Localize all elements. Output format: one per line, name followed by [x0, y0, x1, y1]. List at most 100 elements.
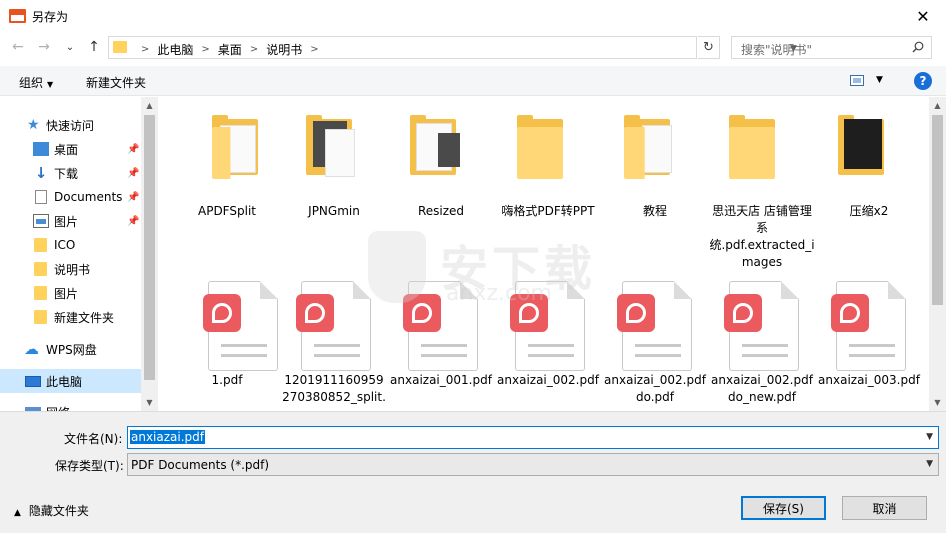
folder-icon — [113, 41, 127, 53]
sidebar-item-label: 图片 — [54, 214, 79, 229]
scrollbar-thumb[interactable] — [144, 115, 155, 380]
refresh-button[interactable]: ↻ — [698, 36, 720, 59]
pdf-file-icon — [403, 281, 478, 371]
help-icon[interactable]: ? — [914, 72, 932, 90]
folder-name: 思迅天店 店铺管理系统.pdf.extracted_images — [709, 204, 815, 269]
new-folder-button[interactable]: 新建文件夹 — [86, 74, 146, 91]
page-fold — [260, 281, 278, 299]
navpane-scrollbar[interactable]: ▲ ▼ — [141, 97, 158, 411]
filetype-label: 保存类型(T): — [55, 459, 124, 473]
sidebar-item-label: ICO — [54, 238, 76, 252]
file-list: APDFSplit JPNGmin Resized 嗨格式PDF转PPT 教程 … — [158, 97, 929, 411]
view-options-icon[interactable] — [850, 75, 864, 86]
breadcrumb-manual[interactable]: 说明书 — [266, 41, 302, 58]
sidebar-item-label: 桌面 — [54, 142, 79, 157]
page-fold — [567, 281, 585, 299]
pin-icon[interactable]: 📌 — [127, 144, 139, 155]
computer-icon — [25, 375, 41, 387]
file-name: anxaizai_002.pdf — [497, 373, 599, 387]
breadcrumb-this-pc[interactable]: 此电脑 — [157, 41, 193, 58]
scroll-down-icon[interactable]: ▼ — [141, 394, 158, 411]
text-line — [221, 344, 267, 347]
save-form: 文件名(N): anxiazai.pdf ▼ 保存类型(T): PDF Docu… — [0, 411, 946, 533]
sidebar-item-pictures-folder[interactable]: 图片 — [0, 281, 141, 305]
sidebar-item-manual[interactable]: 说明书 — [0, 257, 141, 281]
filetype-select[interactable]: PDF Documents (*.pdf) ▼ — [127, 453, 939, 476]
scroll-up-icon[interactable]: ▲ — [141, 97, 158, 114]
folder-icon — [34, 286, 47, 300]
view-dropdown-icon[interactable]: ▼ — [876, 75, 883, 85]
desktop-icon — [33, 142, 49, 156]
command-toolbar: 组织 ▼ 新建文件夹 ▼ ? — [0, 66, 946, 96]
pdf-file-icon — [510, 281, 585, 371]
sidebar-item-label: 此电脑 — [46, 374, 83, 389]
sidebar-item-label: WPS网盘 — [46, 342, 97, 357]
breadcrumb-desktop[interactable]: 桌面 — [218, 41, 242, 58]
text-line — [742, 344, 788, 347]
pdf-file-icon — [724, 281, 799, 371]
save-button[interactable]: 保存(S) — [741, 496, 826, 520]
chevron-right-icon[interactable]: > — [141, 44, 149, 55]
file-list-scrollbar[interactable]: ▲ ▼ — [929, 97, 946, 411]
sidebar-item-quick-access[interactable]: ★ 快速访问 — [0, 113, 141, 137]
text-line — [421, 344, 467, 347]
sidebar-item-wps-drive[interactable]: ☁ WPS网盘 — [0, 337, 141, 361]
caret-up-icon: ▲ — [14, 508, 21, 518]
app-icon — [9, 9, 26, 23]
search-input[interactable]: 搜索"说明书" — [731, 36, 932, 59]
sidebar-item-pictures[interactable]: 图片 📌 — [0, 209, 141, 233]
document-icon — [35, 190, 47, 204]
sidebar-item-desktop[interactable]: 桌面 📌 — [0, 137, 141, 161]
folder-name: JPNGmin — [308, 204, 360, 218]
cloud-icon: ☁ — [24, 340, 39, 358]
pin-icon[interactable]: 📌 — [127, 216, 139, 227]
folder-name: Resized — [417, 204, 465, 218]
search-icon — [912, 41, 924, 53]
folder-name: APDFSplit — [198, 204, 256, 218]
pin-icon[interactable]: 📌 — [127, 168, 139, 179]
scroll-up-icon[interactable]: ▲ — [929, 97, 946, 114]
cancel-button[interactable]: 取消 — [842, 496, 927, 520]
filename-input[interactable]: anxiazai.pdf ▼ — [127, 426, 939, 449]
sidebar-item-this-pc[interactable]: 此电脑 — [0, 369, 141, 393]
back-arrow-icon[interactable]: ← — [8, 36, 28, 58]
folder-preview — [844, 119, 882, 169]
forward-arrow-icon[interactable]: → — [34, 36, 54, 58]
sidebar-item-network[interactable]: 网络 — [0, 400, 141, 411]
sidebar-item-documents[interactable]: Documents 📌 — [0, 185, 141, 209]
sidebar-item-new-folder[interactable]: 新建文件夹 — [0, 305, 141, 329]
folder-icon-front — [729, 127, 775, 179]
filename-value: anxiazai.pdf — [130, 430, 206, 444]
sidebar-item-downloads[interactable]: ↓ 下载 📌 — [0, 161, 141, 185]
file-name: anxaizai_003.pdf — [818, 373, 920, 387]
organize-button[interactable]: 组织 ▼ — [19, 74, 53, 91]
sidebar-item-label: 网络 — [46, 404, 70, 412]
page-fold — [674, 281, 692, 299]
folder-name: 压缩x2 — [849, 204, 889, 218]
chevron-right-icon[interactable]: > — [250, 44, 258, 55]
pdf-file-icon — [617, 281, 692, 371]
sidebar-item-label: Documents — [54, 190, 123, 204]
text-line — [221, 354, 267, 357]
text-line — [635, 344, 681, 347]
chevron-right-icon[interactable]: > — [201, 44, 209, 55]
chevron-down-icon[interactable]: ▼ — [926, 459, 933, 469]
sidebar-item-ico[interactable]: ICO — [0, 233, 141, 257]
scrollbar-thumb[interactable] — [932, 115, 943, 305]
folder-icon-front — [517, 127, 563, 179]
wps-pdf-icon — [831, 294, 869, 332]
scroll-down-icon[interactable]: ▼ — [929, 394, 946, 411]
chevron-right-icon[interactable]: > — [310, 44, 318, 55]
hide-folders-toggle[interactable]: ▲ 隐藏文件夹 — [14, 502, 89, 519]
folder-preview — [438, 133, 460, 167]
search-placeholder: 搜索"说明书" — [741, 43, 813, 57]
navigation-bar: ← → ⌄ ↑ > 此电脑 > 桌面 > 说明书 > ▼ ↻ 搜索"说明书" — [0, 32, 946, 62]
chevron-down-icon[interactable]: ▼ — [926, 432, 933, 442]
address-bar[interactable]: > 此电脑 > 桌面 > 说明书 > ▼ — [108, 36, 797, 59]
organize-label: 组织 — [19, 76, 44, 90]
recent-locations-chevron-icon[interactable]: ⌄ — [60, 36, 80, 58]
hide-folders-label: 隐藏文件夹 — [28, 504, 89, 518]
up-arrow-icon[interactable]: ↑ — [84, 36, 104, 58]
close-button[interactable]: ✕ — [900, 0, 946, 32]
pin-icon[interactable]: 📌 — [127, 192, 139, 203]
